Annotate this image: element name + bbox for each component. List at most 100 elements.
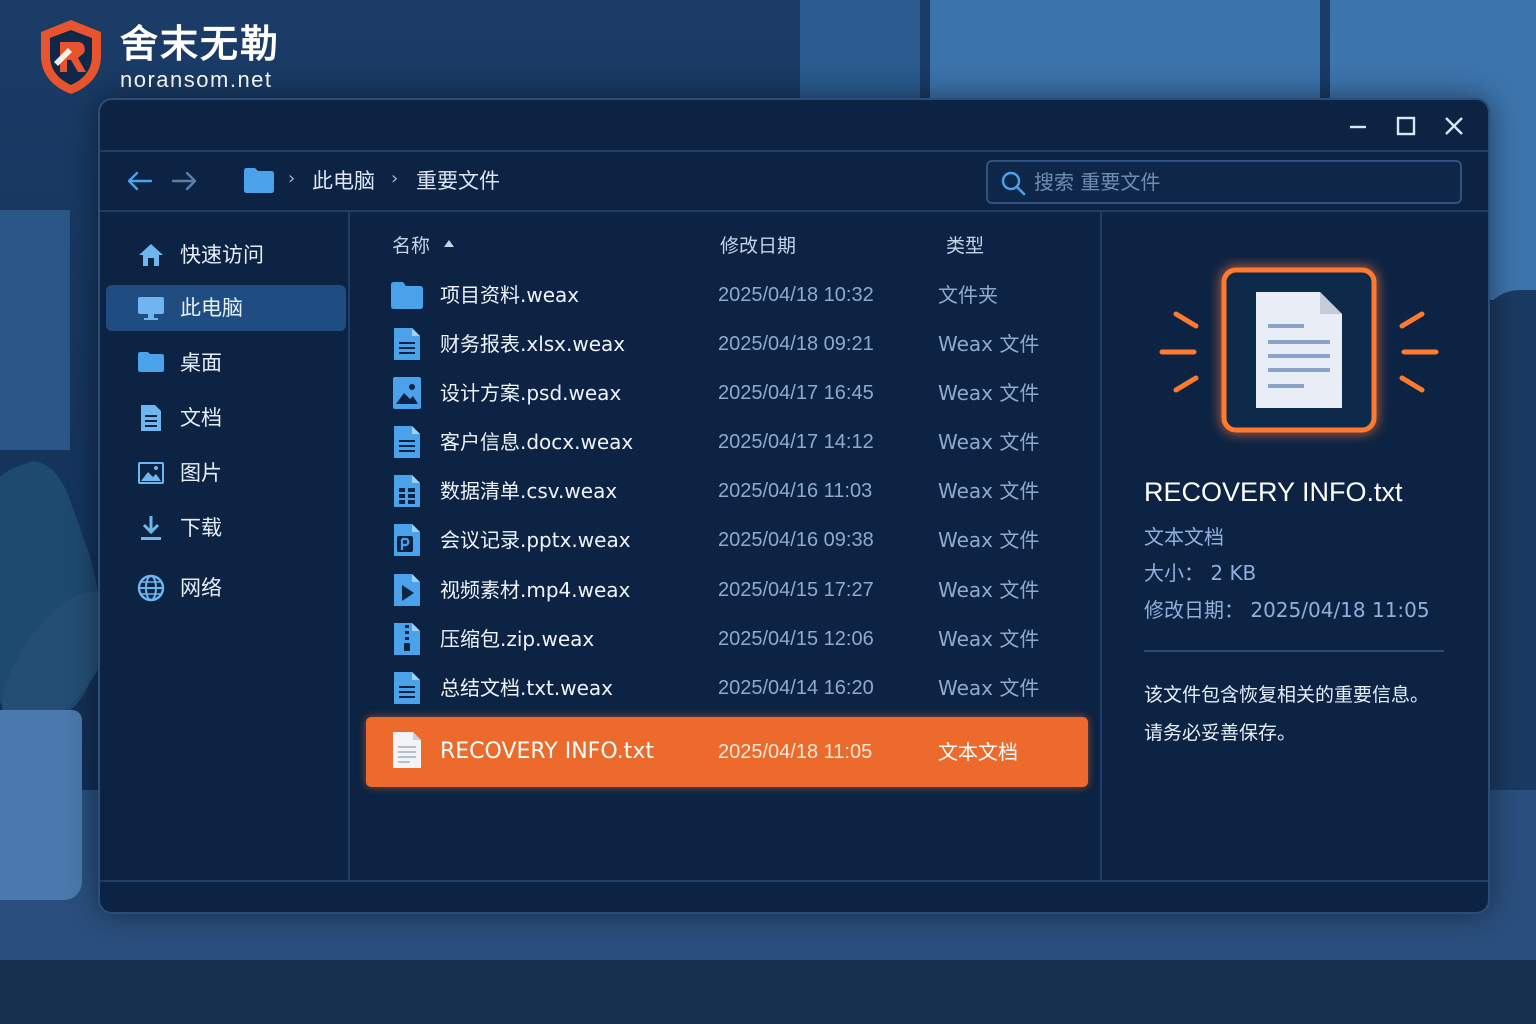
sidebar-item-label: 桌面 bbox=[180, 351, 222, 375]
file-name: 财务报表.xlsx.weax bbox=[440, 332, 626, 356]
file-date: 2025/04/17 16:45 bbox=[718, 382, 874, 404]
desktop-icon bbox=[136, 349, 166, 377]
file-table-icon bbox=[390, 474, 424, 508]
column-header-date[interactable]: 修改日期 bbox=[720, 232, 796, 260]
home-icon bbox=[136, 241, 166, 269]
table-row[interactable]: 数据清单.csv.weax 2025/04/16 11:03 Weax 文件 bbox=[366, 468, 1088, 514]
table-row[interactable]: 压缩包.zip.weax 2025/04/15 12:06 Weax 文件 bbox=[366, 616, 1088, 662]
file-date: 2025/04/15 17:27 bbox=[718, 579, 874, 601]
monitor-icon bbox=[136, 294, 166, 322]
image-icon bbox=[136, 459, 166, 487]
sidebar-item-label: 快速访问 bbox=[180, 243, 264, 267]
table-row[interactable]: 会议记录.pptx.weax 2025/04/16 09:38 Weax 文件 bbox=[366, 517, 1088, 563]
file-preview-icon bbox=[1159, 267, 1439, 433]
column-header-name[interactable]: 名称 bbox=[392, 232, 430, 260]
file-name: 数据清单.csv.weax bbox=[440, 479, 618, 503]
search-icon bbox=[1001, 171, 1026, 196]
file-text-icon bbox=[390, 732, 424, 768]
detail-file-size: 大小： 2 KB bbox=[1144, 561, 1257, 585]
sidebar-item-documents[interactable]: 文档 bbox=[106, 395, 346, 441]
sidebar-item-this-pc[interactable]: 此电脑 bbox=[106, 285, 346, 331]
brand-name: 舍末无勒 bbox=[120, 22, 281, 66]
navigation-sidebar: 快速访问 此电脑 桌面 文档 图片 下载 网络 bbox=[100, 212, 350, 880]
file-date: 2025/04/15 12:06 bbox=[718, 628, 874, 650]
file-type: Weax 文件 bbox=[938, 332, 1040, 356]
file-type: Weax 文件 bbox=[938, 676, 1040, 700]
globe-icon bbox=[136, 574, 166, 602]
file-type: Weax 文件 bbox=[938, 578, 1040, 602]
table-row-selected[interactable]: RECOVERY INFO.txt 2025/04/18 11:05 文本文档 bbox=[366, 717, 1088, 787]
file-type: 文件夹 bbox=[938, 283, 998, 307]
detail-modified-date: 修改日期： 2025/04/18 11:05 bbox=[1144, 598, 1430, 622]
close-button[interactable] bbox=[1440, 112, 1468, 140]
file-date: 2025/04/18 11:05 bbox=[718, 741, 873, 763]
shield-logo-icon bbox=[41, 20, 101, 94]
document-icon bbox=[136, 404, 166, 432]
divider bbox=[1144, 650, 1444, 652]
file-presentation-icon bbox=[390, 523, 424, 557]
sidebar-item-network[interactable]: 网络 bbox=[106, 565, 346, 611]
sort-ascending-icon bbox=[444, 240, 454, 247]
file-type: Weax 文件 bbox=[938, 528, 1040, 552]
table-row[interactable]: 客户信息.docx.weax 2025/04/17 14:12 Weax 文件 bbox=[366, 419, 1088, 465]
table-row[interactable]: 设计方案.psd.weax 2025/04/17 16:45 Weax 文件 bbox=[366, 370, 1088, 416]
file-name: 视频素材.mp4.weax bbox=[440, 578, 631, 602]
arrow-left-icon bbox=[127, 171, 153, 191]
file-name: RECOVERY INFO.txt bbox=[440, 739, 655, 764]
file-list: 名称 修改日期 类型 项目资料.weax 2025/04/18 10:32 文件… bbox=[352, 212, 1102, 880]
file-type: Weax 文件 bbox=[938, 381, 1040, 405]
minimize-button[interactable] bbox=[1344, 112, 1372, 140]
sidebar-item-label: 图片 bbox=[180, 461, 222, 485]
sidebar-item-label: 文档 bbox=[180, 406, 222, 430]
forward-button[interactable] bbox=[168, 166, 202, 196]
sidebar-item-quick-access[interactable]: 快速访问 bbox=[106, 232, 346, 278]
sidebar-item-label: 网络 bbox=[180, 576, 222, 600]
detail-description-line: 请务必妥善保存。 bbox=[1144, 722, 1297, 744]
file-date: 2025/04/18 09:21 bbox=[718, 333, 874, 355]
breadcrumb-important-files[interactable]: 重要文件 bbox=[416, 166, 500, 196]
download-icon bbox=[136, 514, 166, 542]
file-date: 2025/04/14 16:20 bbox=[718, 677, 874, 699]
table-row[interactable]: 视频素材.mp4.weax 2025/04/15 17:27 Weax 文件 bbox=[366, 567, 1088, 613]
chevron-right-icon: › bbox=[288, 168, 296, 189]
sidebar-item-label: 下载 bbox=[180, 516, 222, 540]
file-zip-icon bbox=[390, 622, 424, 656]
sidebar-item-downloads[interactable]: 下载 bbox=[106, 505, 346, 551]
detail-file-kind: 文本文档 bbox=[1144, 525, 1224, 549]
minimize-icon bbox=[1350, 125, 1366, 129]
sidebar-item-pictures[interactable]: 图片 bbox=[106, 450, 346, 496]
sidebar-item-label: 此电脑 bbox=[180, 296, 243, 320]
maximize-button[interactable] bbox=[1392, 112, 1420, 140]
brand-logo: 舍末无勒 noransom.net bbox=[38, 18, 280, 96]
file-text-icon bbox=[390, 425, 424, 459]
table-row[interactable]: 项目资料.weax 2025/04/18 10:32 文件夹 bbox=[366, 272, 1088, 318]
file-date: 2025/04/18 10:32 bbox=[718, 284, 874, 306]
file-text-icon bbox=[390, 327, 424, 361]
back-button[interactable] bbox=[122, 166, 156, 196]
brand-url: noransom.net bbox=[120, 67, 273, 92]
arrow-right-icon bbox=[171, 171, 197, 191]
file-name: 设计方案.psd.weax bbox=[440, 381, 622, 405]
navigation-toolbar: › 此电脑 › 重要文件 bbox=[100, 152, 1488, 212]
table-row[interactable]: 财务报表.xlsx.weax 2025/04/18 09:21 Weax 文件 bbox=[366, 321, 1088, 367]
details-pane: RECOVERY INFO.txt 文本文档 大小： 2 KB 修改日期： 20… bbox=[1104, 212, 1470, 880]
chevron-right-icon: › bbox=[391, 168, 399, 189]
file-video-icon bbox=[390, 573, 424, 607]
folder-icon bbox=[390, 278, 424, 312]
file-name: 压缩包.zip.weax bbox=[440, 627, 595, 651]
window-bottom-border bbox=[100, 880, 1488, 882]
column-header-type[interactable]: 类型 bbox=[946, 232, 984, 260]
folder-icon bbox=[244, 168, 274, 193]
file-type: 文本文档 bbox=[938, 740, 1018, 764]
file-explorer-window: › 此电脑 › 重要文件 快速访问 此电脑 bbox=[98, 98, 1490, 914]
table-row[interactable]: 总结文档.txt.weax 2025/04/14 16:20 Weax 文件 bbox=[366, 665, 1088, 711]
file-date: 2025/04/17 14:12 bbox=[718, 431, 874, 453]
search-input[interactable] bbox=[1034, 166, 1444, 198]
file-date: 2025/04/16 11:03 bbox=[718, 480, 873, 502]
sidebar-item-desktop[interactable]: 桌面 bbox=[106, 340, 346, 386]
title-bar bbox=[100, 100, 1488, 152]
maximize-icon bbox=[1396, 116, 1416, 136]
breadcrumb-this-pc[interactable]: 此电脑 bbox=[312, 166, 375, 196]
file-type: Weax 文件 bbox=[938, 479, 1040, 503]
detail-description-line: 该文件包含恢复相关的重要信息。 bbox=[1144, 684, 1430, 706]
